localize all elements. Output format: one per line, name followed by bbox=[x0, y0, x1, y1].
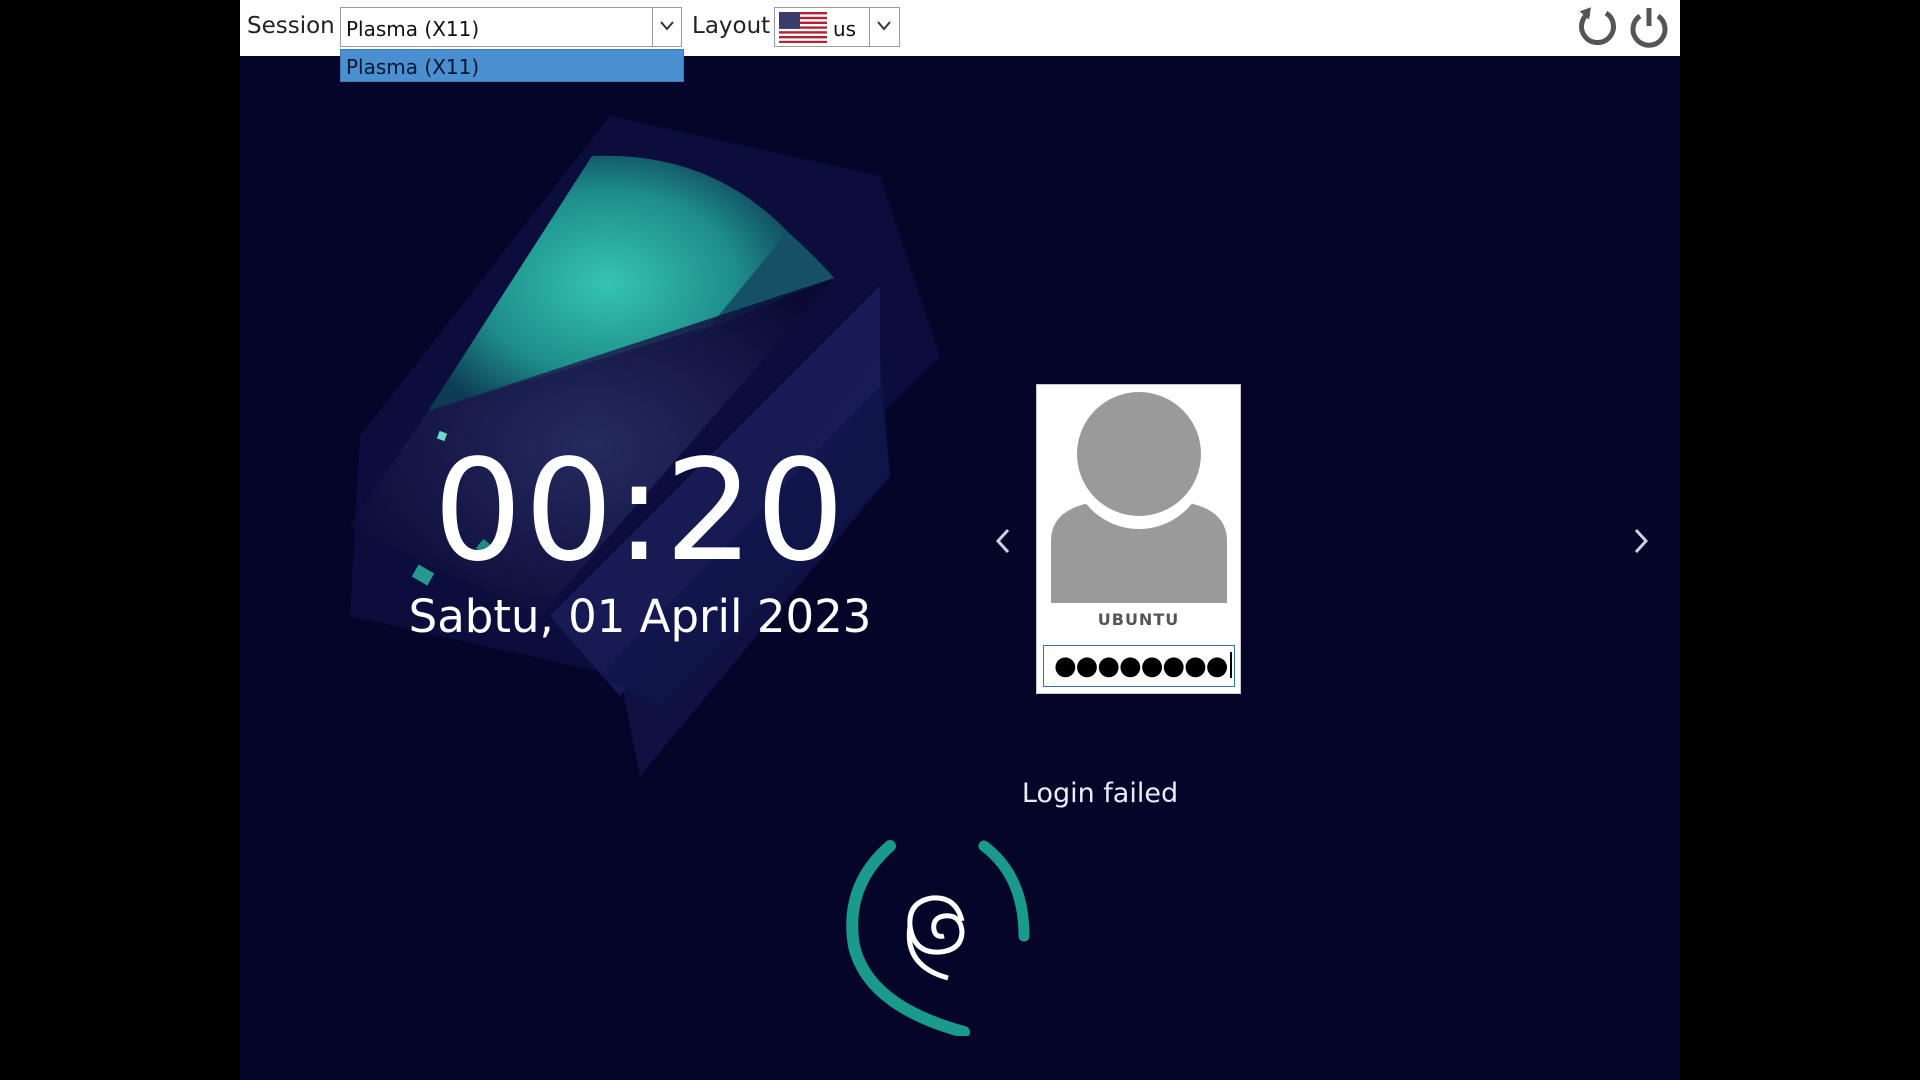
session-label: Session bbox=[247, 13, 335, 39]
clock-date: Sabtu, 01 April 2023 bbox=[408, 590, 872, 643]
chevron-right-icon bbox=[1634, 528, 1649, 554]
session-dropdown-list: Plasma (X11) bbox=[340, 49, 684, 82]
reboot-icon bbox=[1579, 7, 1616, 45]
shutdown-button[interactable] bbox=[1626, 4, 1672, 50]
session-option-plasma-x11[interactable]: Plasma (X11) bbox=[346, 55, 479, 79]
login-screen: Session Plasma (X11) Layout us Plasma (X… bbox=[240, 0, 1680, 1080]
user-avatar-icon bbox=[1051, 392, 1227, 603]
session-dropdown-button[interactable] bbox=[652, 8, 681, 46]
username-label: UBUNTU bbox=[1097, 610, 1180, 629]
power-icon bbox=[1630, 8, 1668, 48]
password-input[interactable]: ●●●●●●●● bbox=[1043, 645, 1235, 687]
text-cursor bbox=[1229, 652, 1232, 678]
chevron-down-icon bbox=[877, 21, 891, 31]
session-select[interactable]: Plasma (X11) bbox=[340, 7, 682, 47]
us-flag-icon bbox=[779, 12, 827, 43]
previous-user-button[interactable] bbox=[988, 522, 1018, 560]
debian-swirl-icon bbox=[846, 840, 1030, 1036]
login-status-message: Login failed bbox=[1021, 778, 1179, 809]
session-selected-value: Plasma (X11) bbox=[346, 17, 480, 41]
chevron-down-icon bbox=[660, 21, 674, 31]
layout-dropdown-button[interactable] bbox=[869, 8, 899, 46]
chevron-left-icon bbox=[995, 528, 1010, 554]
clock-time: 00:20 bbox=[433, 430, 847, 593]
layout-selected-value: us bbox=[833, 17, 857, 41]
user-card[interactable]: UBUNTU ●●●●●●●● bbox=[1036, 384, 1241, 694]
layout-label: Layout bbox=[692, 13, 771, 39]
password-masked-value: ●●●●●●●● bbox=[1054, 651, 1228, 681]
top-bar: Session Plasma (X11) Layout us bbox=[240, 0, 1680, 56]
reboot-button[interactable] bbox=[1573, 4, 1619, 50]
layout-select[interactable]: us bbox=[774, 7, 900, 47]
next-user-button[interactable] bbox=[1626, 522, 1656, 560]
